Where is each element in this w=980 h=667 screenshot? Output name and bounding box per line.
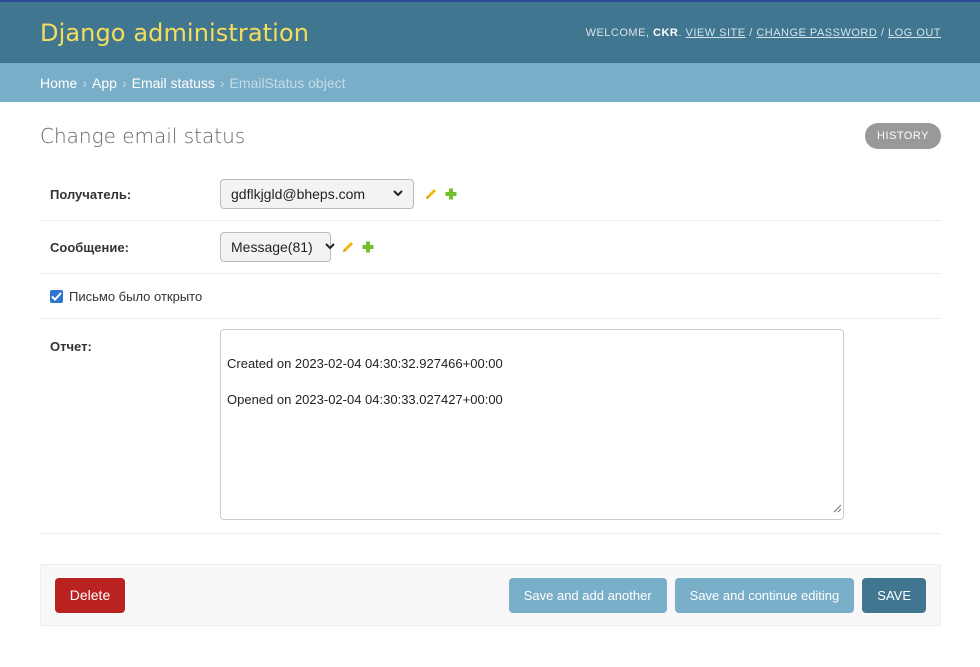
- log-out-link[interactable]: Log out: [888, 27, 941, 39]
- change-password-link[interactable]: Change password: [756, 27, 877, 39]
- opened-checkbox[interactable]: [50, 289, 63, 303]
- site-branding[interactable]: Django administration: [40, 19, 309, 47]
- message-label: Сообщение:: [50, 239, 129, 255]
- history-button[interactable]: History: [865, 123, 941, 149]
- plus-icon[interactable]: [361, 240, 375, 254]
- view-site-link[interactable]: View site: [686, 27, 746, 39]
- report-line: Opened on 2023-02-04 04:30:33.027427+00:…: [227, 392, 503, 407]
- user-tools: Welcome, CKR. View site / Change passwor…: [585, 26, 941, 39]
- report-line: Created on 2023-02-04 04:30:32.927466+00…: [227, 356, 503, 371]
- username: CKR: [653, 26, 679, 39]
- page-title: Change email status: [40, 124, 246, 148]
- breadcrumb-separator: ›: [219, 74, 225, 91]
- breadcrumb-app[interactable]: App: [92, 75, 117, 91]
- welcome-text: Welcome,: [585, 26, 650, 39]
- report-textarea[interactable]: Created on 2023-02-04 04:30:32.927466+00…: [220, 329, 844, 520]
- delete-button[interactable]: Delete: [55, 577, 125, 613]
- form-row-opened: Письмо было открыто: [40, 274, 941, 319]
- chevron-down-icon: [324, 241, 335, 253]
- recipient-select[interactable]: gdflkjgld@bheps.com: [220, 179, 414, 209]
- form-row-message: Сообщение: Message(81): [40, 221, 941, 274]
- form-row-recipient: Получатель: gdflkjgld@bheps.com: [40, 168, 941, 221]
- save-button[interactable]: Save: [862, 577, 926, 613]
- save-and-add-another-button[interactable]: Save and add another: [508, 577, 667, 613]
- opened-label: Письмо было открыто: [69, 288, 203, 304]
- recipient-label: Получатель:: [50, 186, 132, 202]
- pencil-icon[interactable]: [341, 240, 355, 254]
- breadcrumb-separator: ›: [82, 74, 88, 91]
- main-content: Change email status History Получатель: …: [0, 102, 980, 626]
- save-buttons: Save and add another Save and continue e…: [508, 577, 926, 613]
- pencil-icon[interactable]: [424, 187, 438, 201]
- header: Django administration Welcome, CKR. View…: [0, 0, 980, 63]
- separator: /: [880, 26, 885, 39]
- message-selected-value: Message(81): [231, 239, 313, 255]
- breadcrumb-current: EmailStatus object: [229, 74, 346, 91]
- resize-handle-icon[interactable]: [833, 482, 842, 518]
- opened-checkbox-row: Письмо было открыто: [50, 289, 202, 304]
- breadcrumb: Home › App › Email statuss › EmailStatus…: [0, 63, 980, 102]
- title-row: Change email status History: [40, 102, 941, 168]
- separator: /: [749, 26, 753, 39]
- save-and-continue-button[interactable]: Save and continue editing: [674, 577, 855, 613]
- plus-icon[interactable]: [444, 187, 458, 201]
- form-row-report: Отчет: Created on 2023-02-04 04:30:32.92…: [40, 319, 941, 534]
- chevron-down-icon: [393, 188, 403, 200]
- breadcrumb-separator: ›: [121, 74, 127, 91]
- recipient-selected-value: gdflkjgld@bheps.com: [231, 186, 366, 202]
- breadcrumb-home[interactable]: Home: [40, 75, 77, 91]
- report-label: Отчет:: [50, 339, 92, 354]
- breadcrumb-model[interactable]: Email statuss: [132, 75, 215, 91]
- message-select[interactable]: Message(81): [220, 232, 335, 262]
- checkmark-icon: [51, 291, 62, 301]
- submit-row: Delete Save and add another Save and con…: [40, 564, 941, 626]
